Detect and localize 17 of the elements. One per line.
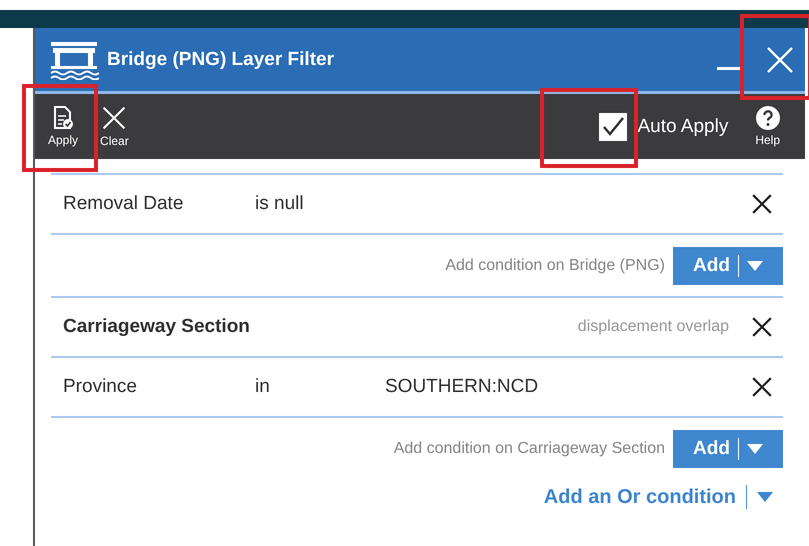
help-button[interactable]: Help <box>750 102 785 151</box>
clear-button[interactable]: Clear <box>95 101 134 152</box>
auto-apply-checkbox[interactable]: Auto Apply <box>599 112 728 140</box>
window-title: Bridge (PNG) Layer Filter <box>107 48 335 70</box>
operator-text: is null <box>255 193 305 215</box>
relation-label: displacement overlap <box>578 318 729 336</box>
group-heading: Carriageway Section <box>63 316 251 338</box>
condition-value: SOUTHERN:NCD <box>385 376 538 397</box>
add-or-condition-link[interactable]: Add an Or condition <box>544 486 736 508</box>
add-condition-label: Add condition on Bridge (PNG) <box>445 256 665 274</box>
field-name: Province <box>63 376 138 398</box>
add-button[interactable]: Add <box>673 246 783 284</box>
add-button[interactable]: Add <box>673 430 783 468</box>
apply-button[interactable]: Apply <box>43 102 84 151</box>
add-condition-label: Add condition on Carriageway Section <box>394 440 665 458</box>
field-name: Removal Date <box>63 193 184 215</box>
operator-text: in <box>255 376 271 398</box>
